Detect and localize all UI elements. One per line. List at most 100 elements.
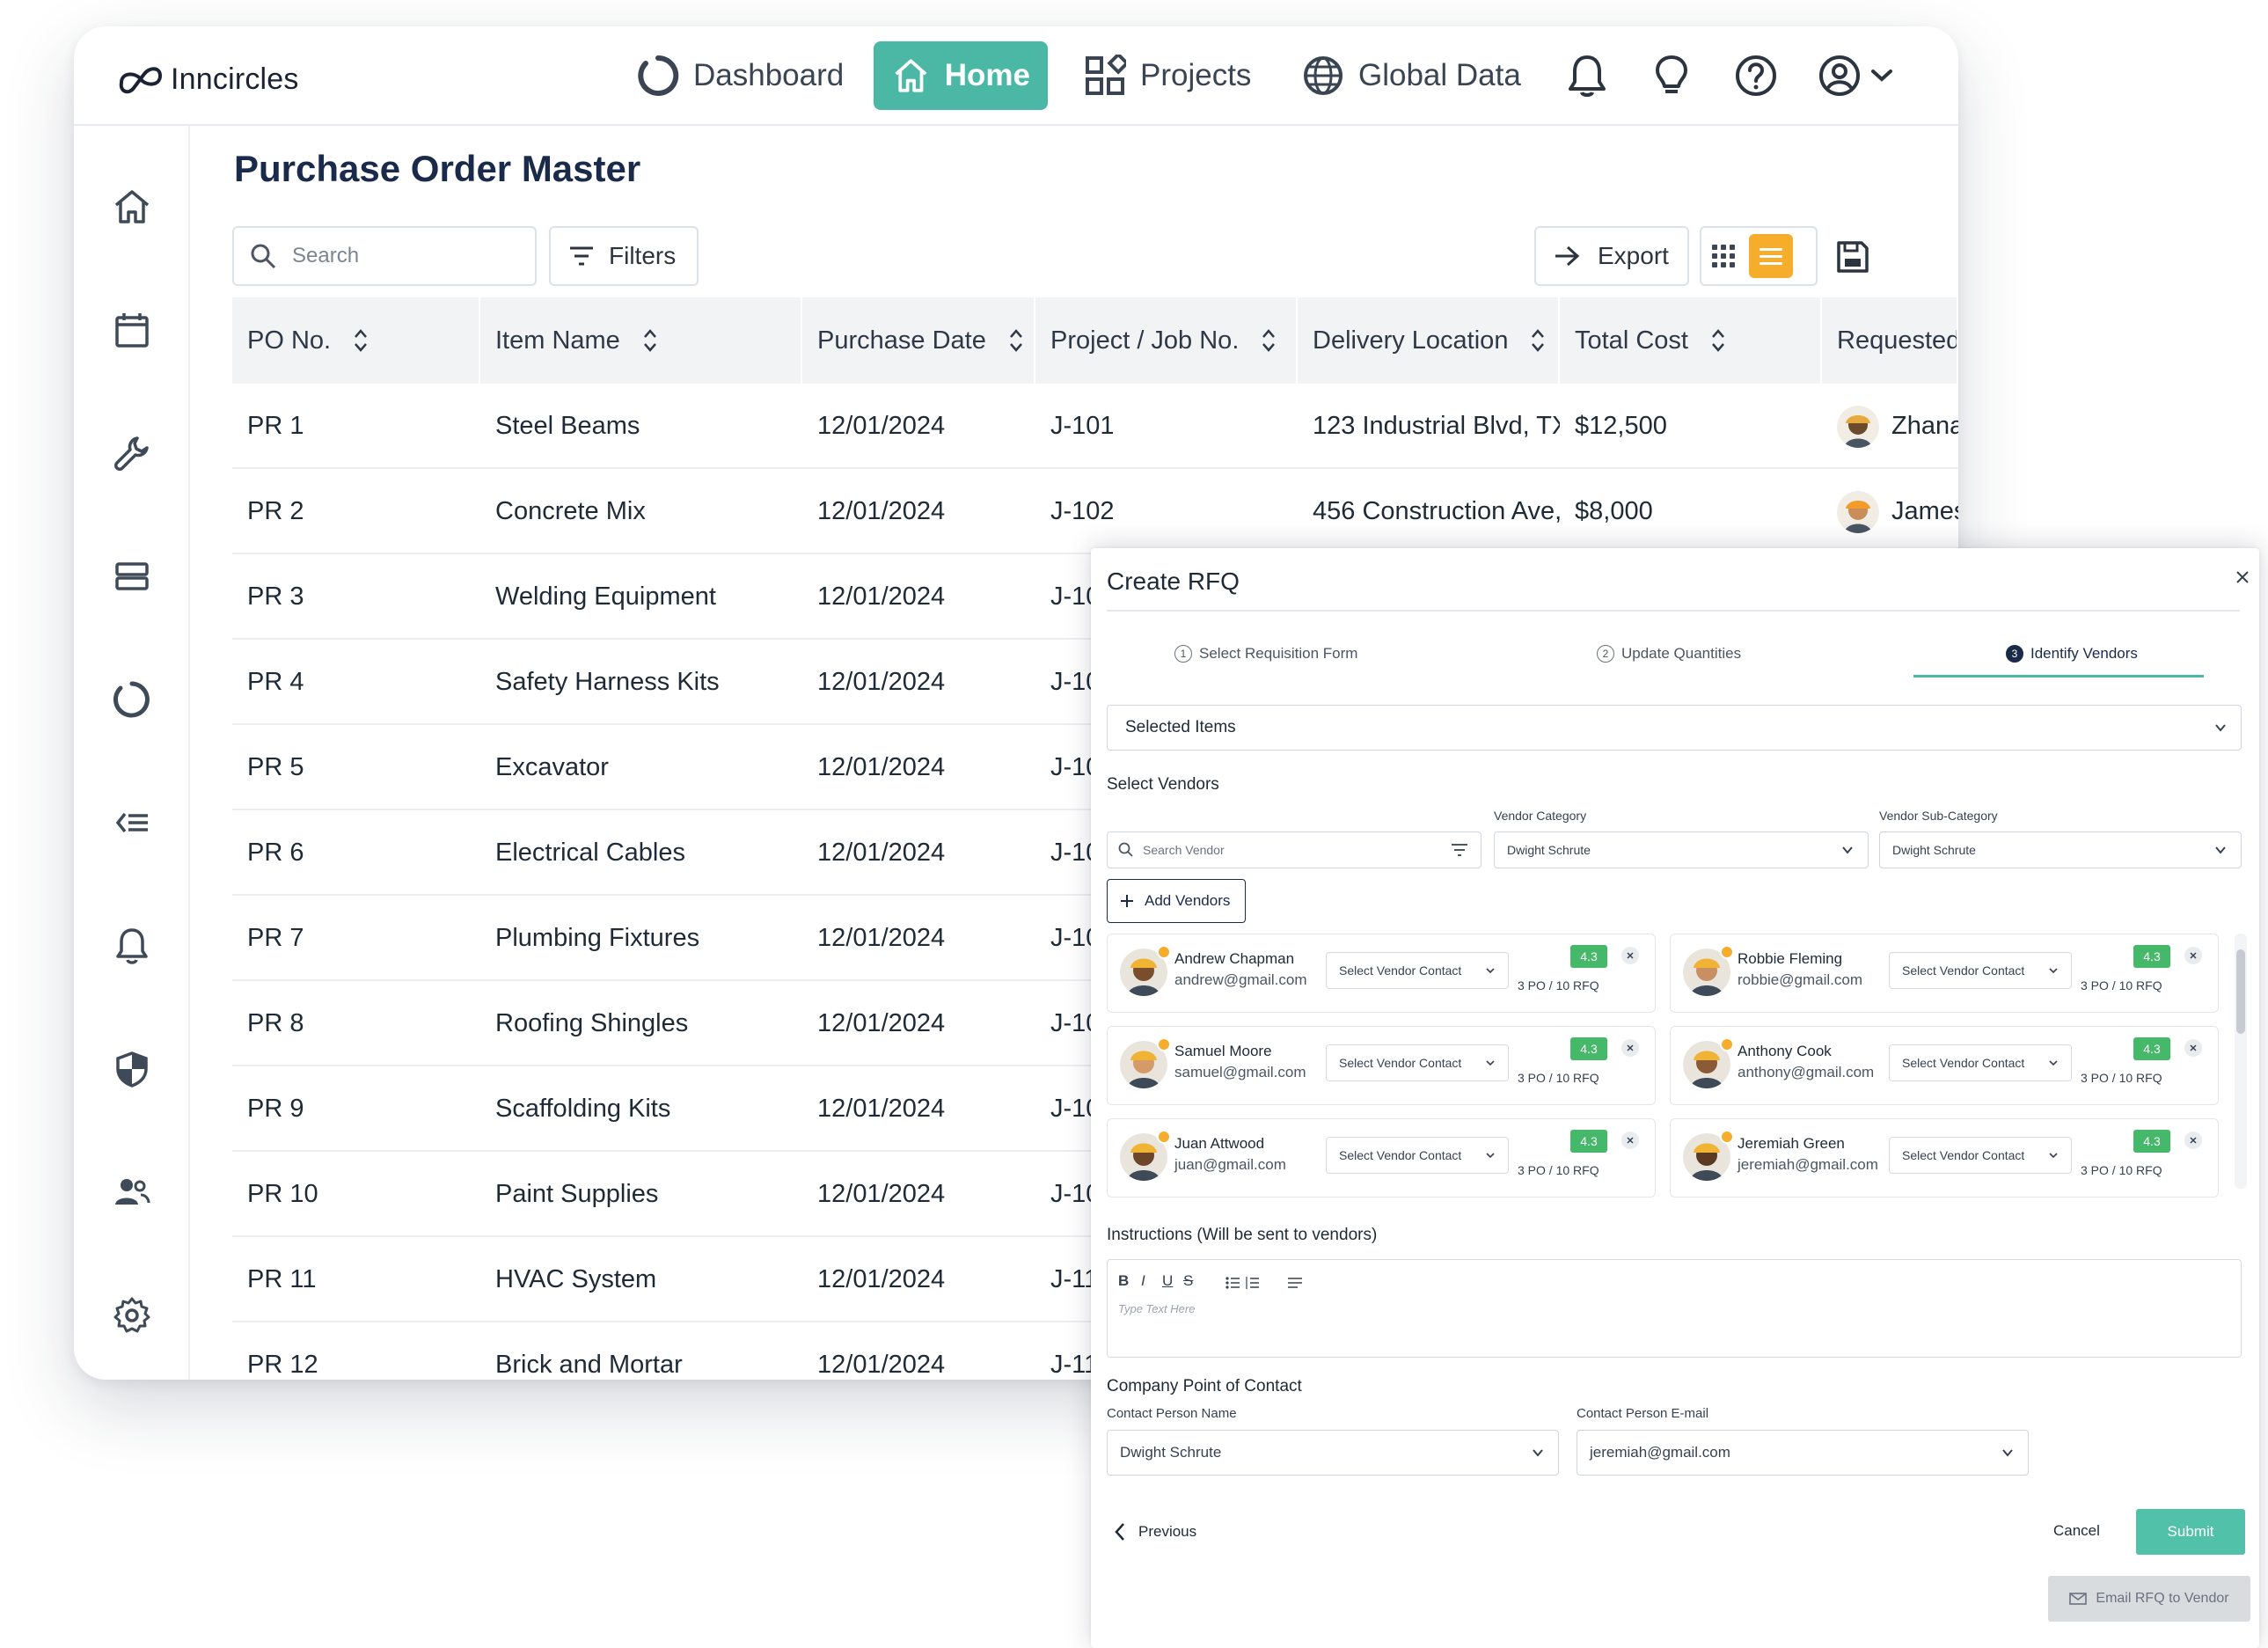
table-row[interactable]: PR 2 Concrete Mix 12/01/2024 J-102 456 Const… xyxy=(232,469,1958,554)
vendor-contact-select[interactable]: Select Vendor Contact xyxy=(1889,1044,2072,1081)
list-icons[interactable] xyxy=(1225,1276,1261,1290)
list-view-icon[interactable] xyxy=(1749,234,1793,278)
sort-icon[interactable] xyxy=(1262,328,1276,353)
selected-items-dropdown[interactable]: Selected Items xyxy=(1107,705,2242,751)
user-menu[interactable] xyxy=(1818,53,1897,99)
vendor-card[interactable]: Andrew Chapman andrew@gmail.com Select Ven… xyxy=(1107,934,1656,1013)
remove-vendor-icon[interactable] xyxy=(2184,1039,2202,1057)
table-row[interactable]: PR 1 Steel Beams 12/01/2024 J-101 123 Indust… xyxy=(232,384,1958,469)
remove-vendor-icon[interactable] xyxy=(2184,1132,2202,1149)
grid-view-icon[interactable] xyxy=(1712,245,1735,267)
sort-icon[interactable] xyxy=(1711,328,1725,353)
remove-vendor-icon[interactable] xyxy=(2184,947,2202,964)
search-vendor-input[interactable]: Search Vendor xyxy=(1107,831,1482,868)
remove-vendor-icon[interactable] xyxy=(1621,1039,1639,1057)
nav-home[interactable]: Home xyxy=(874,41,1048,110)
vendor-contact-select[interactable]: Select Vendor Contact xyxy=(1326,952,1509,989)
vendor-name: Juan Attwood xyxy=(1174,1135,1265,1152)
lightbulb-icon[interactable] xyxy=(1649,53,1694,99)
filter-icon[interactable] xyxy=(1451,843,1468,857)
sort-icon[interactable] xyxy=(643,328,657,353)
vendor-card[interactable]: Robbie Fleming robbie@gmail.com Select Ven… xyxy=(1670,934,2219,1013)
export-button[interactable]: Export xyxy=(1534,226,1689,286)
vendor-contact-select[interactable]: Select Vendor Contact xyxy=(1889,952,2072,989)
chevron-down-icon xyxy=(2002,1449,2013,1457)
col-purchase-date[interactable]: Purchase Date xyxy=(802,297,1035,384)
sidebar-users-icon[interactable] xyxy=(107,1168,157,1217)
col-item-name[interactable]: Item Name xyxy=(480,297,802,384)
po-cell: PR 5 xyxy=(247,753,304,781)
sidebar-home-icon[interactable] xyxy=(107,182,157,231)
app-logo[interactable]: Inncircles xyxy=(116,57,299,101)
vendor-card[interactable]: Samuel Moore samuel@gmail.com Select Vendo… xyxy=(1107,1026,1656,1105)
email-rfq-button[interactable]: Email RFQ to Vendor xyxy=(2048,1576,2250,1622)
previous-button[interactable]: Previous xyxy=(1114,1522,1196,1542)
scrollbar-thumb[interactable] xyxy=(2236,949,2245,1034)
vendor-card[interactable]: Anthony Cook anthony@gmail.com Select Vend… xyxy=(1670,1026,2219,1105)
sidebar-checklist-icon[interactable] xyxy=(107,798,157,847)
sidebar-progress-icon[interactable] xyxy=(107,675,157,724)
col-po-no[interactable]: PO No. xyxy=(232,297,480,384)
nav-dashboard[interactable]: Dashboard xyxy=(619,41,861,110)
cost-cell: $8,000 xyxy=(1575,497,1653,525)
vendor-rating-badge: 4.3 xyxy=(2133,1130,2170,1153)
remove-vendor-icon[interactable] xyxy=(1621,1132,1639,1149)
sidebar-bell-icon[interactable] xyxy=(107,921,157,970)
sidebar-settings-icon[interactable] xyxy=(107,1291,157,1340)
vendor-contact-select[interactable]: Select Vendor Contact xyxy=(1889,1137,2072,1174)
sidebar-storage-icon[interactable] xyxy=(107,552,157,601)
plus-icon xyxy=(1121,895,1133,907)
date-cell: 12/01/2024 xyxy=(817,668,946,696)
vendor-card[interactable]: Juan Attwood juan@gmail.com Select Vendor … xyxy=(1107,1118,1656,1198)
step-select-requisition[interactable]: 1 Select Requisition Form xyxy=(1174,645,1357,663)
help-icon[interactable] xyxy=(1733,53,1779,99)
remove-vendor-icon[interactable] xyxy=(1621,947,1639,964)
select-vendors-label: Select Vendors xyxy=(1107,775,1219,794)
vendor-subcategory-select[interactable]: Dwight Schrute xyxy=(1879,831,2242,868)
step-identify-vendors[interactable]: 3 Identify Vendors xyxy=(2006,645,2138,663)
vendor-contact-select[interactable]: Select Vendor Contact xyxy=(1326,1137,1509,1174)
item-cell: Electrical Cables xyxy=(495,839,685,867)
sidebar-calendar-icon[interactable] xyxy=(107,305,157,355)
cancel-button[interactable]: Cancel xyxy=(2053,1522,2100,1540)
sort-icon[interactable] xyxy=(1009,328,1023,353)
vendor-contact-select[interactable]: Select Vendor Contact xyxy=(1326,1044,1509,1081)
close-icon[interactable] xyxy=(2233,568,2252,587)
date-cell: 12/01/2024 xyxy=(817,1009,946,1037)
add-vendors-button[interactable]: Add Vendors xyxy=(1107,879,1246,923)
chevron-down-icon xyxy=(1486,968,1495,974)
instructions-editor[interactable]: B I U S Type Text Here xyxy=(1107,1259,2242,1358)
underline-button[interactable]: U xyxy=(1162,1272,1173,1290)
step-update-quantities[interactable]: 2 Update Quantities xyxy=(1597,645,1741,663)
sidebar-shield-icon[interactable] xyxy=(107,1044,157,1094)
contact-email-select[interactable]: jeremiah@gmail.com xyxy=(1577,1430,2029,1476)
date-cell: 12/01/2024 xyxy=(817,497,946,525)
vendor-card[interactable]: Jeremiah Green jeremiah@gmail.com Select V… xyxy=(1670,1118,2219,1198)
vendor-email: samuel@gmail.com xyxy=(1174,1064,1306,1080)
strikethrough-button[interactable]: S xyxy=(1183,1272,1193,1290)
vendor-list: Andrew Chapman andrew@gmail.com Select Ven… xyxy=(1107,934,2229,1198)
save-icon[interactable] xyxy=(1833,238,1872,276)
vendor-category-select[interactable]: Dwight Schrute xyxy=(1494,831,1869,868)
nav-global-data[interactable]: Global Data xyxy=(1284,41,1539,110)
filters-button[interactable]: Filters xyxy=(549,226,699,286)
notifications-bell-icon[interactable] xyxy=(1564,53,1610,99)
chevron-left-icon xyxy=(1115,1523,1124,1541)
chevron-down-icon xyxy=(1533,1449,1543,1457)
contact-name-select[interactable]: Dwight Schrute xyxy=(1107,1430,1559,1476)
search-input[interactable]: Search xyxy=(232,226,537,286)
nav-projects[interactable]: Projects xyxy=(1066,41,1269,110)
sidebar-wrench-icon[interactable] xyxy=(107,428,157,478)
col-project-job[interactable]: Project / Job No. xyxy=(1035,297,1298,384)
po-cell: PR 1 xyxy=(247,412,304,440)
align-icon[interactable] xyxy=(1287,1276,1303,1290)
col-total-cost[interactable]: Total Cost xyxy=(1560,297,1822,384)
italic-button[interactable]: I xyxy=(1141,1272,1145,1290)
col-delivery-location[interactable]: Delivery Location xyxy=(1298,297,1560,384)
vendor-list-scrollbar[interactable] xyxy=(2235,934,2247,1189)
submit-button[interactable]: Submit xyxy=(2136,1509,2245,1555)
sort-icon[interactable] xyxy=(1531,328,1545,353)
sort-icon[interactable] xyxy=(354,328,368,353)
bold-button[interactable]: B xyxy=(1118,1272,1129,1290)
col-requested-by[interactable]: Requested I xyxy=(1822,297,1958,384)
